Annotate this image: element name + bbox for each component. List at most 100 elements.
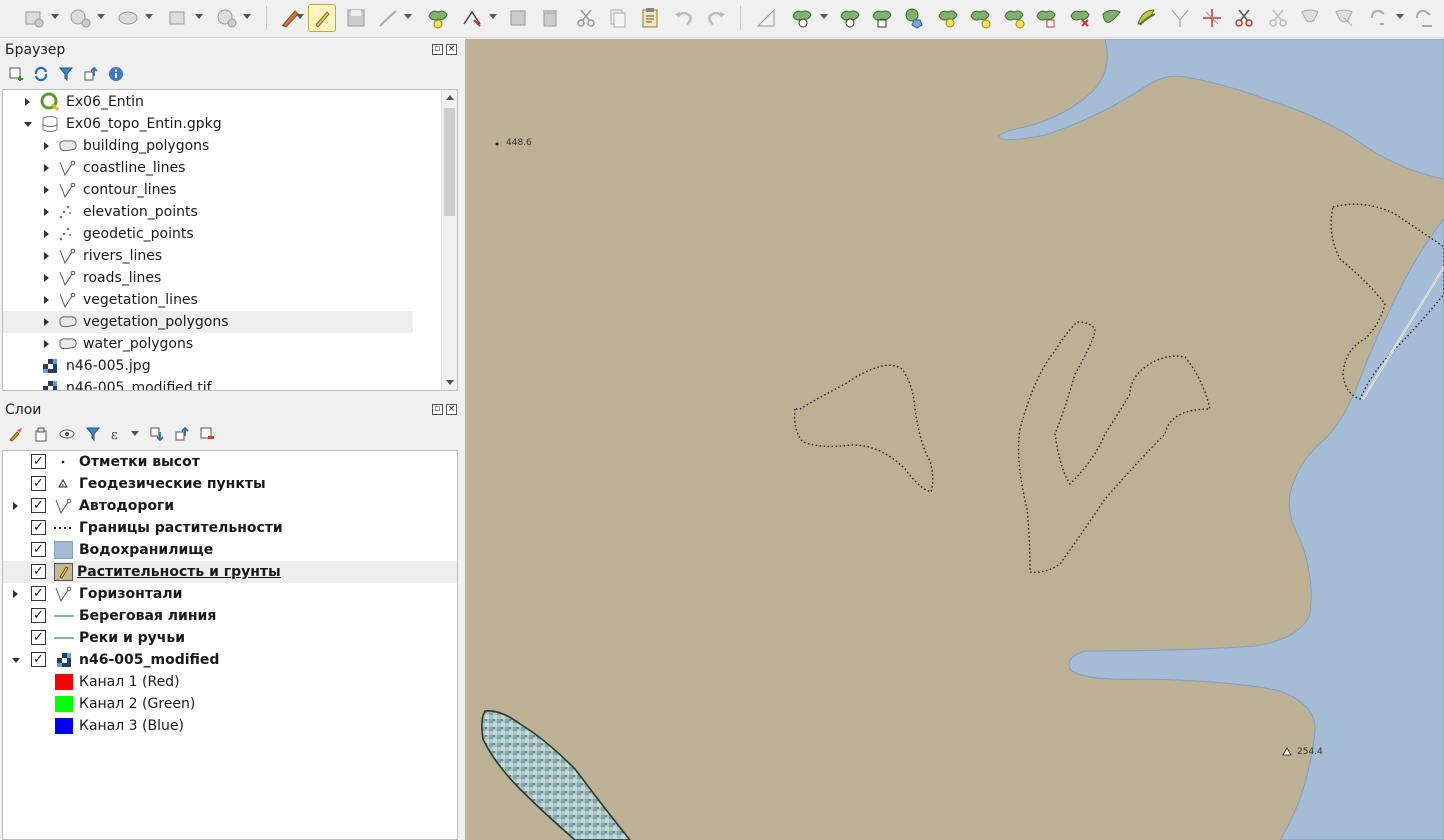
layer-coastline[interactable]: ✓ Береговая линия [3,605,443,627]
layer-checkbox[interactable]: ✓ [31,476,46,491]
band-label: Канал 1 (Red) [79,674,180,690]
fill-ring-2-icon[interactable] [1000,4,1028,32]
layer-checkbox[interactable]: ✓ [31,608,46,623]
layer-checkbox[interactable]: ✓ [31,586,46,601]
refresh-icon[interactable] [32,65,50,83]
split-features-icon[interactable] [1166,4,1194,32]
remove-layer-icon[interactable] [198,425,216,443]
save-edits-icon[interactable] [342,4,370,32]
browser-item-geodetic-points[interactable]: geodetic_points [3,223,443,245]
browser-item-vegetation-lines[interactable]: vegetation_lines [3,289,443,311]
vegetation-boundary-1 [793,364,934,493]
layer-checkbox[interactable]: ✓ [31,564,46,579]
layer-checkbox[interactable]: ✓ [31,454,46,469]
offset-curve-icon[interactable] [1132,4,1160,32]
style-manager-icon[interactable] [7,425,25,443]
layer-geodetic-points[interactable]: ✓ Геодезические пункты [3,473,443,495]
browser-item-contour-lines[interactable]: contour_lines [3,179,443,201]
layers-toolbar: ε [0,421,462,447]
modify-attributes-icon[interactable] [504,4,532,32]
browser-item-rivers-lines[interactable]: rivers_lines [3,245,443,267]
float-panel-icon[interactable]: ▫ [432,44,443,55]
redo-icon[interactable] [702,4,730,32]
filter-by-expression-icon[interactable]: ε [108,425,126,443]
layer-checkbox[interactable]: ✓ [31,520,46,535]
float-panel-icon[interactable]: ▫ [432,404,443,415]
rotate-feature-icon[interactable] [836,4,864,32]
browser-item-elevation-points[interactable]: elevation_points [3,201,443,223]
new-layer-icon[interactable] [20,4,48,32]
toggle-editing-icon[interactable] [308,4,336,32]
move-feature-icon[interactable] [868,4,896,32]
layer-vegetation-soils[interactable]: ✓ Растительность и грунты [3,561,457,583]
browser-item-geopackage[interactable]: Ex06_topo_Entin.gpkg [3,113,443,135]
add-polygon-feature-icon[interactable] [424,4,452,32]
map-canvas[interactable]: 448.6 254.4 [465,39,1444,840]
delete-ring-icon[interactable] [1032,4,1060,32]
layer-raster-modified[interactable]: ✓ n46-005_modified [3,649,443,671]
rotate-label-icon[interactable] [1364,4,1392,32]
delete-selected-icon[interactable] [536,4,564,32]
advanced-digitizing-icon[interactable] [752,4,780,32]
reshape-feature-icon[interactable] [1098,4,1126,32]
filter-icon[interactable] [57,65,75,83]
layer-reservoir[interactable]: ✓ Водохранилище [3,539,443,561]
cut-features-icon[interactable] [572,4,600,32]
add-raster-icon[interactable] [164,4,192,32]
layer-contours[interactable]: ✓ Горизонтали [3,583,443,605]
close-panel-icon[interactable]: × [446,404,457,415]
line-layer-icon [59,292,76,308]
browser-item-n46-005-jpg[interactable]: n46-005.jpg [3,355,443,377]
copy-features-icon[interactable] [604,4,632,32]
layer-label: Береговая линия [79,608,217,624]
more-tools-icon[interactable] [1410,4,1438,32]
delete-part-icon[interactable] [1066,4,1094,32]
add-layer-icon[interactable] [66,4,94,32]
info-icon[interactable] [107,65,125,83]
split-parts-icon[interactable] [1198,4,1226,32]
scroll-thumb[interactable] [444,108,455,216]
layer-roads[interactable]: ✓ Автодороги [3,495,443,517]
browser-item-water-polygons[interactable]: water_polygons [3,333,443,355]
expand-all-icon[interactable] [148,425,166,443]
add-wms-icon[interactable] [114,4,142,32]
scroll-down-icon[interactable] [446,380,454,385]
fill-ring-icon[interactable] [966,4,994,32]
blue-line-symbol-icon [54,615,74,617]
layer-checkbox[interactable]: ✓ [31,630,46,645]
digitize-line-icon[interactable] [374,4,402,32]
layer-checkbox[interactable]: ✓ [31,498,46,513]
add-selected-layers-icon[interactable] [7,65,25,83]
browser-item-building-polygons[interactable]: building_polygons [3,135,443,157]
vertex-tool-icon[interactable] [458,4,486,32]
paste-features-icon[interactable] [636,4,664,32]
add-part-icon[interactable] [934,4,962,32]
simplify-feature-icon[interactable] [900,4,928,32]
layer-checkbox[interactable]: ✓ [31,652,46,667]
undo-icon[interactable] [670,4,698,32]
browser-scrollbar[interactable] [441,90,457,390]
scroll-up-icon[interactable] [446,95,454,100]
browser-item-n46-005-modified-tif[interactable]: n46-005_modified.tif [3,377,443,390]
collapse-all-icon[interactable] [82,65,100,83]
layer-checkbox[interactable]: ✓ [31,542,46,557]
merge-attributes-icon[interactable] [1264,4,1292,32]
raster-icon [43,381,57,390]
filter-legend-icon[interactable] [84,425,102,443]
collapse-all-icon[interactable] [173,425,191,443]
browser-item-roads-lines[interactable]: roads_lines [3,267,443,289]
offset-point-symbols-icon[interactable] [1330,4,1358,32]
layer-rivers[interactable]: ✓ Реки и ручьи [3,627,443,649]
close-panel-icon[interactable]: × [446,44,457,55]
add-mesh-icon[interactable] [212,4,240,32]
browser-item-ex06-entin[interactable]: Ex06_Entin [3,91,443,113]
merge-features-icon[interactable] [1230,4,1258,32]
rotate-point-symbols-icon[interactable] [1296,4,1324,32]
add-group-icon[interactable] [32,425,50,443]
add-ring-icon[interactable] [788,4,816,32]
browser-item-coastline-lines[interactable]: coastline_lines [3,157,443,179]
browser-item-vegetation-polygons[interactable]: vegetation_polygons [3,311,413,333]
manage-visibility-icon[interactable] [58,425,76,443]
layer-elevation-marks[interactable]: ✓ Отметки высот [3,451,443,473]
layer-vegetation-boundaries[interactable]: ✓ Границы растительности [3,517,443,539]
